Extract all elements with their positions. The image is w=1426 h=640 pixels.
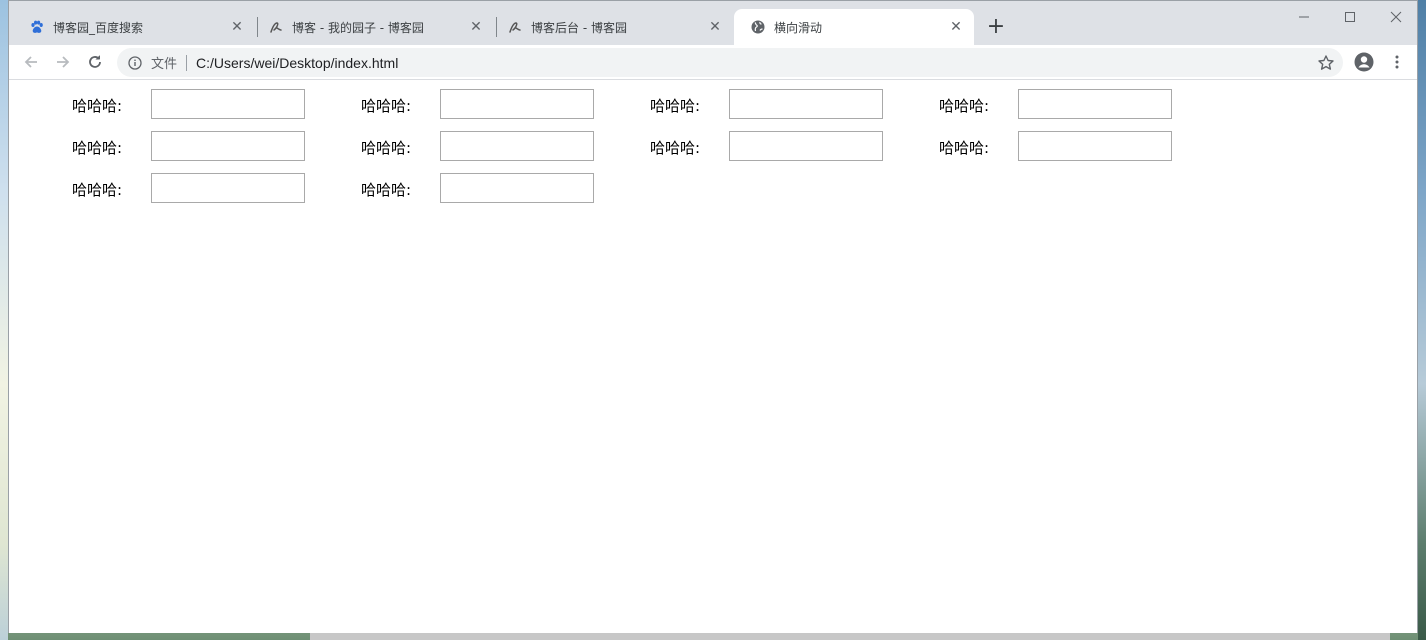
text-input[interactable] <box>151 173 305 203</box>
field-label: 哈哈哈: <box>939 139 990 157</box>
minimize-window-icon[interactable] <box>1281 5 1327 29</box>
reload-icon[interactable] <box>83 50 107 74</box>
close-tab-icon[interactable]: ✕ <box>468 19 484 35</box>
text-input[interactable] <box>440 131 594 161</box>
field-label: 哈哈哈: <box>361 181 412 199</box>
address-bar[interactable]: 文件 C:/Users/wei/Desktop/index.html <box>117 48 1343 77</box>
field-label: 哈哈哈: <box>72 97 123 115</box>
tab-baidu-search[interactable]: 博客园_百度搜索 ✕ <box>13 9 255 45</box>
forward-arrow-icon[interactable] <box>51 50 75 74</box>
browser-window: 博客园_百度搜索 ✕ 博客 - 我的园子 - 博客园 ✕ 博客后台 - 博客园 … <box>8 0 1418 633</box>
bookmark-star-icon[interactable] <box>1317 54 1335 72</box>
text-input[interactable] <box>151 131 305 161</box>
cnblogs-icon <box>507 19 523 35</box>
text-input[interactable] <box>729 131 883 161</box>
field-label: 哈哈哈: <box>361 97 412 115</box>
url-text[interactable]: C:/Users/wei/Desktop/index.html <box>196 55 398 71</box>
info-icon[interactable] <box>127 55 143 71</box>
tab-title: 博客园_百度搜索 <box>53 20 144 35</box>
address-separator <box>186 54 188 71</box>
text-input[interactable] <box>151 89 305 119</box>
back-arrow-icon[interactable] <box>19 50 43 74</box>
tab-blog-admin[interactable]: 博客后台 - 博客园 ✕ <box>491 9 733 45</box>
field-label: 哈哈哈: <box>72 181 123 199</box>
tab-title: 横向滑动 <box>774 20 823 35</box>
close-tab-icon[interactable]: ✕ <box>707 19 723 35</box>
globe-icon <box>750 19 766 35</box>
baidu-paw-icon <box>29 19 45 35</box>
taskbar-strip <box>310 632 1390 640</box>
tab-horizontal-scroll[interactable]: 横向滑动 ✕ <box>734 9 974 45</box>
field-label: 哈哈哈: <box>650 97 701 115</box>
field-label: 哈哈哈: <box>939 97 990 115</box>
scheme-label: 文件 <box>151 57 178 72</box>
menu-kebab-icon[interactable] <box>1385 50 1409 74</box>
tab-strip: 博客园_百度搜索 ✕ 博客 - 我的园子 - 博客园 ✕ 博客后台 - 博客园 … <box>9 1 1417 45</box>
text-input[interactable] <box>440 173 594 203</box>
close-tab-icon[interactable]: ✕ <box>948 19 964 35</box>
text-input[interactable] <box>729 89 883 119</box>
tab-my-garden[interactable]: 博客 - 我的园子 - 博客园 ✕ <box>252 9 494 45</box>
page-content: 哈哈哈: 哈哈哈: 哈哈哈: 哈哈哈: 哈哈哈: 哈哈哈: 哈哈哈: 哈哈哈: … <box>9 81 1417 633</box>
cnblogs-icon <box>268 19 284 35</box>
field-label: 哈哈哈: <box>650 139 701 157</box>
desktop-background-right <box>1418 0 1426 640</box>
field-label: 哈哈哈: <box>361 139 412 157</box>
tab-title: 博客 - 我的园子 - 博客园 <box>292 20 424 35</box>
account-avatar-icon[interactable] <box>1352 50 1376 74</box>
field-label: 哈哈哈: <box>72 139 123 157</box>
close-tab-icon[interactable]: ✕ <box>229 19 245 35</box>
close-window-icon[interactable] <box>1373 5 1419 29</box>
browser-toolbar: 文件 C:/Users/wei/Desktop/index.html <box>9 45 1417 80</box>
text-input[interactable] <box>1018 89 1172 119</box>
desktop-background-left <box>0 0 8 640</box>
new-tab-button[interactable]: + <box>985 14 1007 39</box>
text-input[interactable] <box>440 89 594 119</box>
maximize-window-icon[interactable] <box>1327 5 1373 29</box>
tab-title: 博客后台 - 博客园 <box>531 20 627 35</box>
text-input[interactable] <box>1018 131 1172 161</box>
